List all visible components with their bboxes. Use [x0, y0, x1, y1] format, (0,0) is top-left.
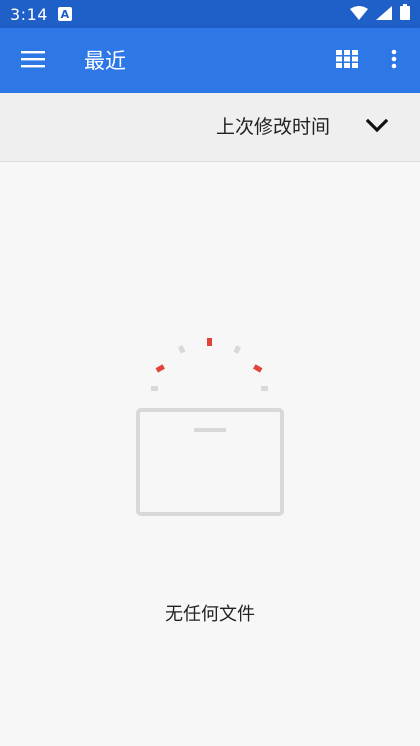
status-right — [350, 4, 410, 24]
empty-state-message: 无任何文件 — [165, 604, 255, 625]
a-icon: A — [57, 7, 72, 21]
status-left: 3:14 A — [10, 5, 72, 24]
status-time: 3:14 — [10, 4, 48, 24]
sort-dropdown-button[interactable] — [362, 113, 392, 141]
signal-icon — [376, 5, 392, 24]
chevron-down-icon — [365, 118, 389, 137]
page-title: 最近 — [84, 49, 126, 73]
grid-view-button[interactable] — [332, 46, 362, 76]
menu-button[interactable] — [18, 46, 48, 76]
more-vert-icon — [391, 49, 397, 73]
sort-label[interactable]: 上次修改时间 — [216, 113, 330, 141]
grid-view-icon — [336, 50, 358, 72]
sort-bar: 上次修改时间 — [0, 93, 420, 162]
battery-icon — [400, 4, 410, 24]
empty-folder-icon — [130, 330, 290, 530]
menu-icon — [21, 50, 45, 72]
app-bar: 最近 — [0, 28, 420, 93]
wifi-icon — [350, 5, 368, 24]
status-bar: 3:14 A — [0, 0, 420, 28]
more-options-button[interactable] — [382, 46, 406, 76]
